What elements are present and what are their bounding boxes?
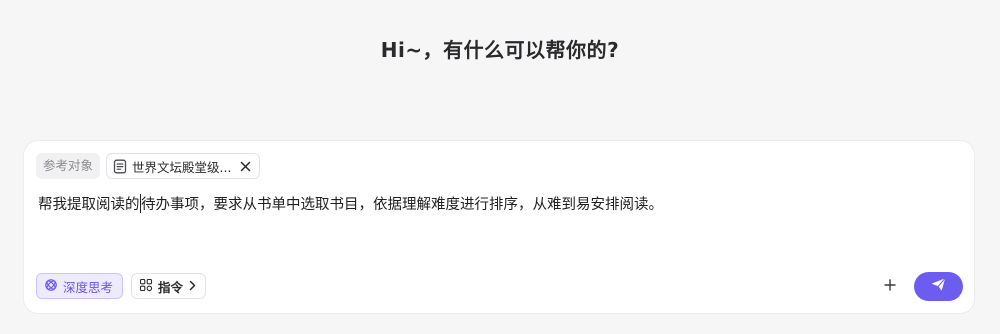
reference-chip-label: 世界文坛殿堂级... xyxy=(132,159,232,175)
document-icon xyxy=(113,159,127,174)
close-icon[interactable] xyxy=(240,161,251,172)
reference-label: 参考对象 xyxy=(36,153,101,179)
deep-think-label: 深度思考 xyxy=(63,279,114,295)
command-grid-icon xyxy=(139,278,153,295)
send-button[interactable] xyxy=(914,272,963,301)
composer-tools: 深度思考 指令 xyxy=(36,273,207,299)
plus-icon[interactable] xyxy=(880,275,900,295)
reference-chip[interactable]: 世界文坛殿堂级... xyxy=(106,153,261,179)
command-button[interactable]: 指令 xyxy=(131,273,207,299)
prompt-text-before-caret: 帮我提取阅读的 xyxy=(38,197,140,213)
chevron-right-icon xyxy=(188,279,197,294)
deep-think-icon xyxy=(44,278,58,295)
command-label: 指令 xyxy=(158,279,184,295)
send-icon xyxy=(930,277,947,296)
deep-think-button[interactable]: 深度思考 xyxy=(36,273,124,299)
greeting-title: Hi~，有什么可以帮你的? xyxy=(380,38,620,62)
prompt-input[interactable]: 帮我提取阅读的 待办事项，要求从书单中选取书目，依据理解难度进行排序，从难到易安排… xyxy=(38,194,948,216)
prompt-text-after-caret: 待办事项，要求从书单中选取书目，依据理解难度进行排序，从难到易安排阅读。 xyxy=(141,197,663,213)
reference-row: 参考对象 世界文坛殿堂级... xyxy=(36,153,261,179)
chat-composer[interactable]: 参考对象 世界文坛殿堂级... 帮我提取阅读的 待办事项，要求从书单中选取书目，依… xyxy=(24,141,974,313)
